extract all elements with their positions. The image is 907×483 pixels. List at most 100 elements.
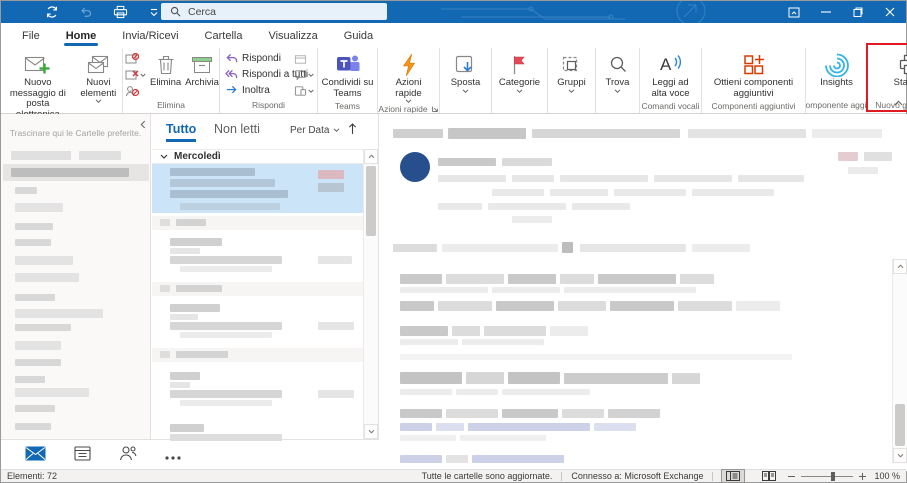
reply-button[interactable]: Rispondi <box>225 51 281 66</box>
redacted-link[interactable] <box>468 423 590 431</box>
tab-invia-ricevi[interactable]: Invia/Ricevi <box>109 23 191 48</box>
redacted[interactable] <box>838 152 858 161</box>
redacted-body <box>446 409 498 418</box>
redacted-link[interactable] <box>472 455 564 463</box>
block-sender-button[interactable] <box>125 84 146 98</box>
sort-direction-button[interactable] <box>348 122 357 140</box>
categorize-button[interactable]: Categorie <box>497 50 542 95</box>
redacted-folder[interactable] <box>15 273 79 282</box>
scroll-up-button[interactable] <box>364 149 378 164</box>
nav-more-apps-button[interactable] <box>165 447 181 465</box>
tab-file[interactable]: File <box>9 23 53 48</box>
redacted-folder[interactable] <box>15 359 61 366</box>
redacted-folder[interactable] <box>15 405 55 412</box>
redacted[interactable] <box>170 424 204 432</box>
redacted-folder[interactable] <box>15 294 55 301</box>
new-items-button[interactable]: Nuovi elementi <box>75 50 122 105</box>
scroll-down-button[interactable] <box>364 424 378 439</box>
redacted-link[interactable] <box>436 423 464 431</box>
zoom-slider[interactable] <box>788 471 867 481</box>
quick-print-button[interactable] <box>111 3 129 21</box>
junk-button[interactable] <box>125 68 146 82</box>
sort-by-dropdown[interactable]: Per Data <box>290 125 340 136</box>
tab-home[interactable]: Home <box>53 23 110 48</box>
scroll-thumb[interactable] <box>366 166 376 236</box>
redacted[interactable] <box>864 152 892 161</box>
group-label-componente-agg: Componente aggi... <box>806 100 867 110</box>
nav-calendar-button[interactable] <box>74 445 91 466</box>
redacted-link[interactable] <box>594 423 636 431</box>
read-aloud-button[interactable]: A Leggi ad alta voce <box>645 50 697 100</box>
dialog-launcher-icon[interactable] <box>431 105 439 113</box>
minimize-button[interactable] <box>810 1 842 23</box>
delete-button[interactable]: Elimina <box>148 50 183 90</box>
redacted <box>318 322 354 330</box>
more-respond-button[interactable] <box>294 84 314 98</box>
ignore-button[interactable] <box>125 52 146 66</box>
collapse-ribbon-button[interactable] <box>894 93 903 111</box>
message-list-scrollbar[interactable] <box>363 149 378 439</box>
redacted-folder[interactable] <box>79 151 121 160</box>
redacted-folder[interactable] <box>15 324 71 331</box>
redacted-folder[interactable] <box>15 341 61 350</box>
scroll-up-button[interactable] <box>893 259 907 274</box>
im-button[interactable] <box>294 68 314 82</box>
redacted-folder[interactable] <box>15 309 103 318</box>
redacted[interactable] <box>170 238 222 246</box>
groups-button[interactable]: Gruppi <box>555 50 588 95</box>
reading-pane-scrollbar[interactable] <box>892 259 907 463</box>
scroll-thumb[interactable] <box>895 404 905 446</box>
redacted-meta <box>614 189 686 196</box>
ribbon-display-options-button[interactable] <box>778 1 810 23</box>
zoom-out-icon[interactable] <box>788 475 796 477</box>
new-mail-button[interactable]: Nuovo messaggio di posta elettronica <box>1 50 75 121</box>
filter-tab-all[interactable]: Tutto <box>166 122 197 142</box>
redacted-folder[interactable] <box>11 151 71 160</box>
find-button[interactable]: Trova <box>604 50 632 95</box>
group-label-empty <box>548 98 595 113</box>
share-to-teams-button[interactable]: Condividi su Teams <box>318 50 377 100</box>
move-button[interactable]: Sposta <box>449 50 483 95</box>
quick-steps-button[interactable]: Azioni rapide <box>385 50 433 105</box>
search-input[interactable]: Cerca <box>161 3 387 20</box>
sender-avatar[interactable] <box>400 152 430 182</box>
tab-visualizza[interactable]: Visualizza <box>255 23 330 48</box>
close-button[interactable] <box>874 1 906 23</box>
outlook-window: { "colors":{ "titlebar_blue":"#1268b3","… <box>0 0 907 483</box>
redacted-link[interactable] <box>400 423 432 431</box>
filter-tab-unread[interactable]: Non letti <box>214 122 260 136</box>
get-addins-button[interactable]: Ottieni componenti aggiuntivi <box>706 50 802 100</box>
undo-button[interactable] <box>77 3 95 21</box>
date-group-header[interactable]: Mercoledì <box>152 149 378 164</box>
forward-button[interactable]: Inoltra <box>225 83 270 98</box>
normal-view-button[interactable] <box>721 469 746 483</box>
nav-mail-button[interactable] <box>25 446 46 466</box>
reading-view-button[interactable] <box>758 470 780 482</box>
zoom-thumb[interactable] <box>831 471 836 481</box>
print-button[interactable]: Stampa <box>892 50 907 90</box>
zoom-in-icon[interactable] <box>859 472 867 480</box>
zoom-level[interactable]: 100 % <box>874 471 900 481</box>
redacted[interactable] <box>170 304 220 312</box>
nav-people-button[interactable] <box>119 445 137 466</box>
maximize-button[interactable] <box>842 1 874 23</box>
insights-button[interactable]: Insights <box>818 50 855 90</box>
scroll-down-button[interactable] <box>893 448 907 463</box>
tab-cartella[interactable]: Cartella <box>192 23 256 48</box>
redacted-folder[interactable] <box>15 388 89 397</box>
redacted-folder[interactable] <box>15 187 37 194</box>
redacted-folder[interactable] <box>15 239 51 246</box>
meeting-button[interactable] <box>294 52 314 66</box>
send-receive-button[interactable] <box>43 3 61 21</box>
redacted-folder[interactable] <box>15 376 45 383</box>
redacted-folder[interactable] <box>15 203 63 212</box>
redacted <box>170 390 282 398</box>
zoom-track[interactable] <box>801 471 854 481</box>
redacted-folder[interactable] <box>15 223 53 230</box>
redacted-link[interactable] <box>400 455 442 463</box>
redacted-folder[interactable] <box>15 256 73 265</box>
redacted[interactable] <box>170 372 200 380</box>
archive-button[interactable]: Archivia <box>183 50 221 90</box>
tab-guida[interactable]: Guida <box>331 23 386 48</box>
redacted-folder[interactable] <box>15 423 51 430</box>
